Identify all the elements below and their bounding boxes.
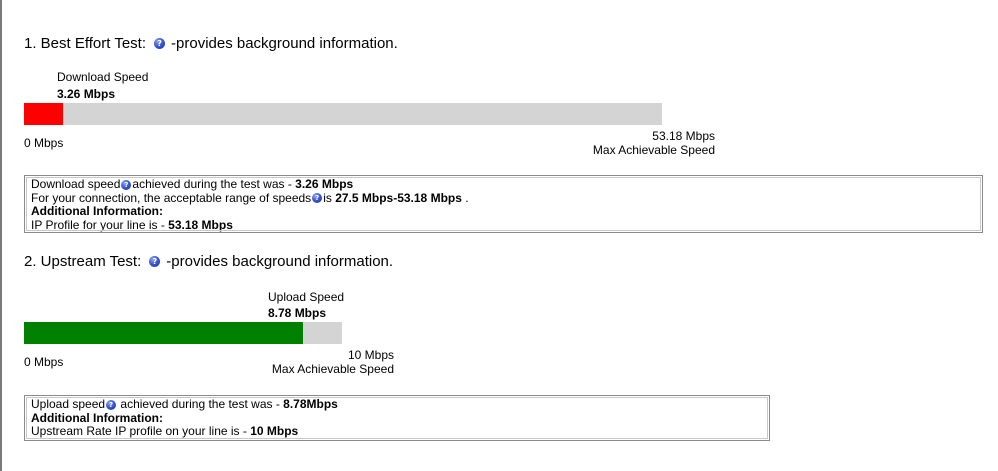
- acceptable-range-text: For your connection, the acceptable rang…: [31, 190, 312, 205]
- upstream-profile-value: 10 Mbps: [250, 424, 299, 438]
- download-speed-fill: [24, 103, 64, 125]
- info-line-download-speed: Download speed? achieved during the test …: [31, 177, 976, 192]
- upload-speed-bar: [24, 322, 342, 344]
- upload-achieved-value: 8.78Mbps: [283, 397, 338, 411]
- additional-info-heading: Additional Information:: [31, 410, 163, 425]
- question-icon[interactable]: ?: [312, 193, 323, 204]
- question-icon[interactable]: ?: [154, 38, 166, 49]
- upstream-profile-text: Upstream Rate IP profile on your line is…: [31, 424, 251, 438]
- best-effort-title: 1. Best Effort Test:: [24, 35, 147, 52]
- download-speed-bar: [24, 103, 662, 125]
- upload-min-label: 0 Mbps: [24, 355, 64, 369]
- additional-info-heading: Additional Information:: [31, 204, 163, 218]
- upload-max-caption: Max Achievable Speed: [271, 362, 394, 376]
- download-speed-label: Download Speed: [57, 70, 149, 84]
- acceptable-range-value: 27.5 Mbps-53.18 Mbps: [335, 190, 462, 205]
- info-line-acceptable-range: For your connection, the acceptable rang…: [31, 190, 976, 206]
- info-line-ip-profile: IP Profile for your line is - 53.18 Mbps: [31, 217, 976, 233]
- upload-max-value: 10 Mbps: [347, 348, 394, 362]
- info-line-upload-speed: Upload speed? achieved during the test w…: [31, 397, 763, 412]
- upload-speed-value: 8.78 Mbps: [268, 306, 327, 320]
- upstream-title: 2. Upstream Test:: [24, 253, 142, 270]
- download-max-value: 53.18 Mbps: [652, 129, 715, 143]
- upload-speed-fill: [24, 322, 304, 344]
- download-achieved-text: achieved during the test was -: [132, 177, 296, 191]
- download-min-label: 0 Mbps: [24, 136, 64, 150]
- upload-achieved-text: achieved during the test was -: [117, 397, 284, 411]
- question-icon[interactable]: ?: [106, 399, 117, 410]
- ip-profile-value: 53.18 Mbps: [168, 217, 233, 232]
- upload-speed-text: Upload speed: [31, 397, 106, 411]
- best-effort-subtitle: -provides background information.: [171, 35, 398, 52]
- left-border: [0, 0, 2, 471]
- upload-speed-label: Upload Speed: [268, 290, 345, 304]
- best-effort-heading: 1. Best Effort Test: ? -provides backgro…: [24, 35, 398, 52]
- download-max-caption: Max Achievable Speed: [592, 143, 715, 157]
- download-info-box: Download speed? achieved during the test …: [24, 175, 983, 233]
- question-icon[interactable]: ?: [149, 256, 161, 267]
- ip-profile-text: IP Profile for your line is -: [31, 217, 169, 232]
- upstream-heading: 2. Upstream Test: ? -provides background…: [24, 253, 393, 270]
- acceptable-range-suffix: .: [461, 190, 469, 205]
- download-speed-text: Download speed: [31, 177, 121, 191]
- acceptable-range-is: is: [323, 190, 336, 205]
- download-speed-value: 3.26 Mbps: [57, 87, 116, 101]
- upstream-subtitle: -provides background information.: [166, 253, 394, 270]
- download-achieved-value: 3.26 Mbps: [295, 177, 354, 191]
- question-icon[interactable]: ?: [121, 179, 132, 190]
- upload-info-box: Upload speed? achieved during the test w…: [24, 395, 770, 441]
- info-line-upstream-profile: Upstream Rate IP profile on your line is…: [31, 424, 763, 439]
